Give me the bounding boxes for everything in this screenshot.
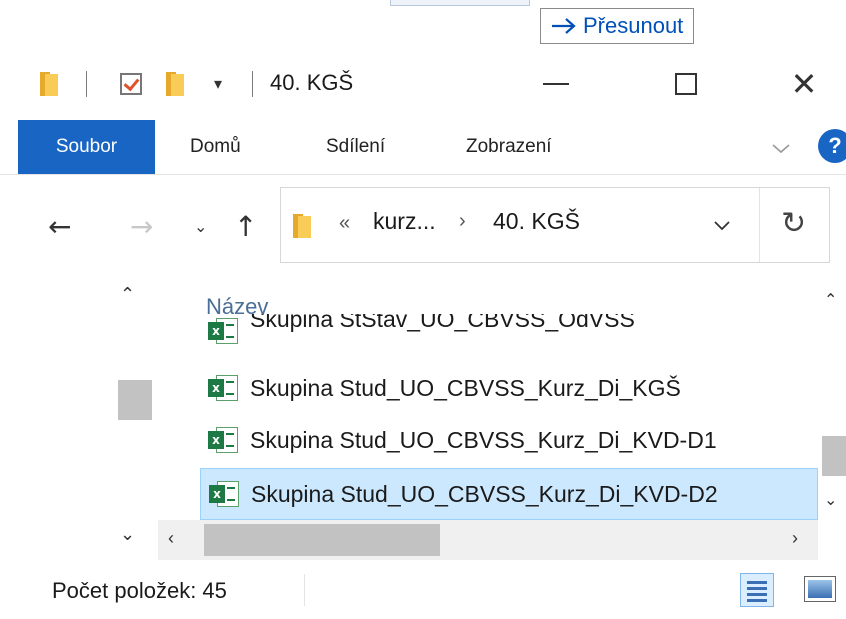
nav-pane-scroll-thumb[interactable] [118, 380, 152, 420]
address-bar[interactable]: « kurz... › 40. KGŠ ↻ [280, 187, 830, 263]
minimize-icon [543, 83, 569, 85]
navigation-bar: ← → ⌄ ↑ « kurz... › 40. KGŠ ↻ [0, 174, 846, 284]
scroll-thumb[interactable] [822, 436, 846, 476]
ribbon-tabs: Soubor Domů Sdílení Zobrazení [0, 120, 846, 174]
address-divider [759, 188, 760, 262]
scroll-up-icon[interactable]: ⌃ [824, 290, 837, 310]
drag-area: Přesunout [0, 0, 846, 44]
toolbar-divider [252, 71, 253, 97]
help-button[interactable]: ? [818, 129, 846, 163]
status-divider [304, 574, 305, 606]
close-button[interactable]: ✕ [774, 48, 834, 120]
nav-pane-scroll-up-icon[interactable]: ⌃ [120, 284, 135, 305]
breadcrumb-kurz[interactable]: kurz... [373, 208, 436, 235]
close-icon: ✕ [790, 65, 818, 103]
file-name: Skupina StStav_UO_CBVSS_OdVSS [250, 314, 635, 332]
large-icons-view-icon[interactable] [804, 576, 836, 602]
scroll-left-icon[interactable]: ‹ [168, 528, 174, 549]
scroll-right-icon[interactable]: › [792, 528, 798, 549]
excel-file-icon: x [208, 427, 238, 453]
list-item[interactable]: x Skupina Stud_UO_CBVSS_Kurz_Di_KGŠ [200, 362, 818, 414]
title-bar: ▾ 40. KGŠ ✕ [0, 48, 846, 120]
forward-arrow-icon[interactable]: → [130, 213, 153, 241]
tab-domu[interactable]: Domů [190, 120, 241, 174]
status-bar: Počet položek: 45 [0, 560, 846, 619]
arrow-right-icon [552, 18, 576, 34]
excel-file-icon: x [208, 318, 238, 344]
horizontal-scrollbar[interactable]: ‹ › [158, 520, 818, 560]
folder-icon [293, 214, 311, 238]
file-name: Skupina Stud_UO_CBVSS_Kurz_Di_KVD-D1 [250, 426, 717, 453]
drag-ghost [390, 0, 530, 6]
folder-icon [40, 72, 58, 96]
nav-pane-scroll-down-icon[interactable]: ⌄ [120, 524, 135, 545]
item-count: Počet položek: 45 [52, 578, 227, 603]
toolbar-divider [86, 71, 87, 97]
refresh-icon[interactable]: ↻ [781, 206, 806, 241]
list-item-selected[interactable]: x Skupina Stud_UO_CBVSS_Kurz_Di_KVD-D2 [200, 468, 818, 520]
recent-dropdown-icon[interactable]: ⌄ [194, 219, 207, 235]
properties-check-icon[interactable] [120, 73, 142, 95]
file-name: Skupina Stud_UO_CBVSS_Kurz_Di_KGŠ [250, 374, 681, 401]
scroll-down-icon[interactable]: ⌄ [824, 490, 837, 510]
maximize-icon [675, 73, 697, 95]
maximize-button[interactable] [656, 48, 716, 120]
details-view-icon[interactable] [740, 573, 774, 607]
vertical-scrollbar[interactable]: ⌃ ⌄ [818, 284, 846, 534]
list-item[interactable]: x Skupina Stud_UO_CBVSS_Kurz_Di_KVD-D1 [200, 414, 818, 466]
list-item[interactable]: x Skupina StStav_UO_CBVSS_OdVSS [200, 314, 818, 348]
file-name: Skupina Stud_UO_CBVSS_Kurz_Di_KVD-D2 [251, 480, 718, 507]
customize-dropdown-icon[interactable]: ▾ [214, 74, 222, 94]
horizontal-scroll-thumb[interactable] [204, 524, 440, 556]
excel-file-icon: x [208, 375, 238, 401]
excel-file-icon: x [209, 481, 239, 507]
move-tooltip-label: Přesunout [583, 13, 684, 38]
file-list: Název x Skupina StStav_UO_CBVSS_OdVSS x … [158, 284, 846, 534]
navigation-pane: ⌃ ⌄ [112, 284, 158, 564]
new-folder-icon[interactable] [166, 72, 184, 96]
address-dropdown-icon[interactable] [711, 214, 733, 236]
breadcrumb-current[interactable]: 40. KGŠ [493, 208, 580, 235]
tab-soubor[interactable]: Soubor [18, 120, 155, 174]
address-overflow[interactable]: « [339, 212, 350, 235]
minimize-button[interactable] [526, 48, 586, 120]
tab-sdileni[interactable]: Sdílení [326, 120, 385, 174]
window-title: 40. KGŠ [270, 70, 354, 95]
expand-ribbon-icon[interactable] [770, 137, 792, 159]
back-arrow-icon[interactable]: ← [48, 213, 71, 241]
breadcrumb-separator[interactable]: › [459, 210, 466, 233]
tab-zobrazeni[interactable]: Zobrazení [466, 120, 552, 174]
move-tooltip: Přesunout [540, 8, 695, 44]
up-arrow-icon[interactable]: ↑ [234, 213, 257, 241]
